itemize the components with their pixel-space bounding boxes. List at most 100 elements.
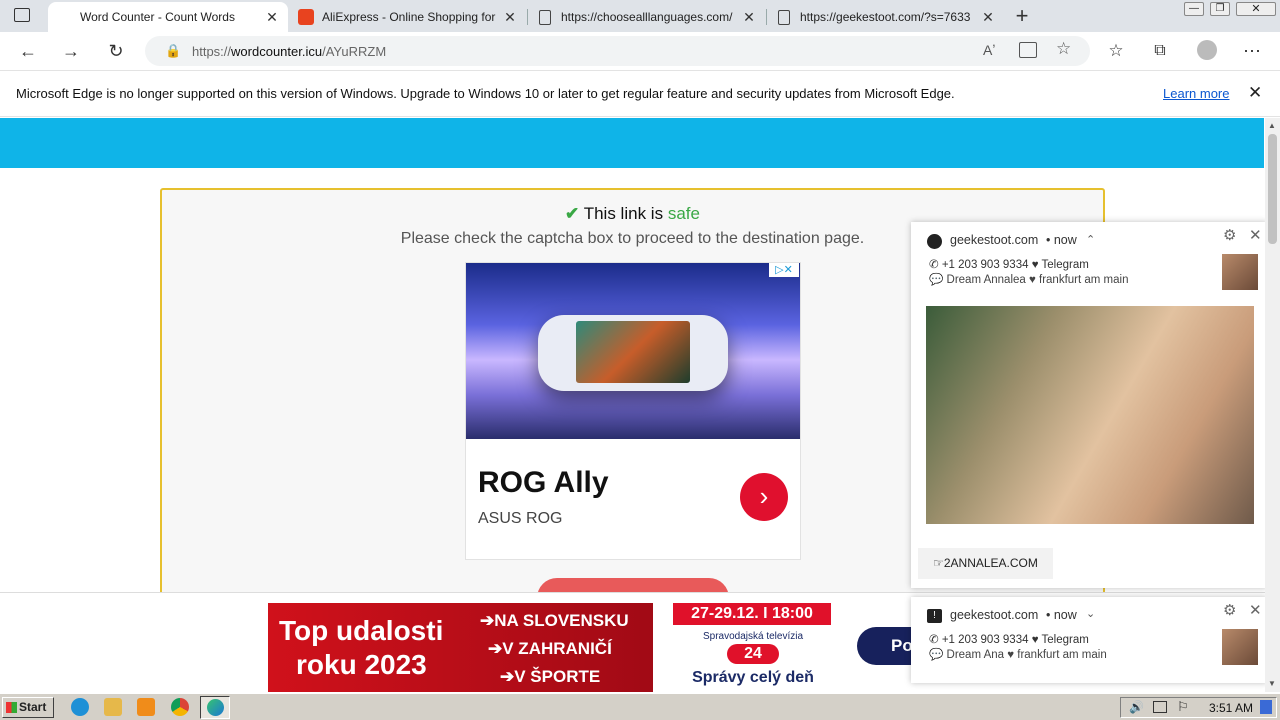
close-icon[interactable]: ✕ <box>1249 601 1262 619</box>
close-icon[interactable]: ✕ <box>980 9 996 26</box>
tab-geekestoot[interactable]: https://geekestoot.com/?s=7633 ✕ <box>768 2 1004 32</box>
internet-explorer-icon[interactable] <box>71 698 89 716</box>
windows-logo-icon <box>6 702 17 713</box>
scroll-thumb[interactable] <box>1268 134 1277 244</box>
display-ad[interactable]: ▷✕ ROG Ally ASUS ROG › <box>465 262 801 560</box>
info-bar: Microsoft Edge is no longer supported on… <box>0 70 1280 117</box>
ad-subtitle: ASUS ROG <box>478 510 563 527</box>
chevron-up-icon[interactable]: ⌃ <box>1086 233 1095 246</box>
network-icon[interactable] <box>1153 701 1167 713</box>
tv24-logo: 24 <box>727 644 779 664</box>
tab-aliexpress[interactable]: AliExpress - Online Shopping for ✕ <box>290 2 526 32</box>
banner-channel: Spravodajská televízia <box>702 631 804 642</box>
banner-schedule-panel[interactable]: 27-29.12. I 18:00 Spravodajská televízia… <box>653 603 853 692</box>
banner-red-panel[interactable]: Top udalosti roku 2023 ➔NA SLOVENSKU ➔V … <box>268 603 653 692</box>
page-icon <box>539 9 551 25</box>
flag-icon[interactable]: ⚐ <box>1177 699 1189 715</box>
close-icon[interactable]: ✕ <box>1249 226 1262 244</box>
notification-time: • now <box>1046 233 1077 247</box>
info-bar-message: Microsoft Edge is no longer supported on… <box>16 86 955 101</box>
push-notification[interactable]: geekestoot.com • now ⌃ ⚙ ✕ ✆ +1 203 903 … <box>911 222 1267 588</box>
chevron-down-icon[interactable]: ⌄ <box>1086 607 1095 620</box>
chevron-right-icon[interactable]: › <box>740 473 788 521</box>
notification-phone: ✆ +1 203 903 9334 ♥ Telegram <box>929 259 1089 271</box>
console-screen <box>576 321 690 383</box>
chrome-icon[interactable] <box>171 698 189 716</box>
address-bar: ← → ↻ 🔒 https://wordcounter.icu/AYuRRZM … <box>0 32 1280 70</box>
safe-word: safe <box>667 204 700 223</box>
site-header-bar <box>0 118 1264 168</box>
push-notification[interactable]: ! geekestoot.com • now ⌄ ⚙ ✕ ✆ +1 203 90… <box>911 597 1267 683</box>
learn-more-link[interactable]: Learn more <box>1163 86 1229 101</box>
tab-word-counter[interactable]: Word Counter - Count Words ✕ <box>48 2 288 32</box>
notification-action-button[interactable]: ☞2ANNALEA.COM <box>918 548 1053 579</box>
ad-title: ROG Ally <box>478 466 609 499</box>
tab-separator <box>527 9 528 25</box>
minimize-button[interactable]: — <box>1184 2 1204 16</box>
bell-icon <box>927 234 942 249</box>
banner-item: ➔NA SLOVENSKU <box>480 611 629 630</box>
profile-avatar[interactable] <box>1197 40 1217 60</box>
notification-detail: 💬 Dream Ana ♥ frankfurt am main <box>929 649 1107 661</box>
add-favorite-icon[interactable]: ☆ <box>1056 39 1071 59</box>
immersive-reader-icon[interactable] <box>1019 42 1037 58</box>
system-tray: 🔊 ⚐ 3:51 AM <box>1120 697 1277 718</box>
notification-detail: 💬 Dream Annalea ♥ frankfurt am main <box>929 274 1129 286</box>
url-field[interactable]: 🔒 https://wordcounter.icu/AYuRRZM Aʼ ☆ <box>145 36 1090 66</box>
close-icon[interactable]: ✕ <box>264 9 280 26</box>
tab-title: https://geekestoot.com/?s=7633 <box>800 10 971 24</box>
message-icon: ! <box>927 609 942 623</box>
page-icon <box>778 9 790 25</box>
ad-choices-icon[interactable]: ▷✕ <box>769 263 799 277</box>
gear-icon[interactable]: ⚙ <box>1223 601 1236 619</box>
more-icon[interactable]: ⋯ <box>1238 38 1266 64</box>
window-close-button[interactable]: ✕ <box>1236 2 1276 16</box>
lock-icon[interactable]: 🔒 <box>165 43 181 59</box>
tab-title: AliExpress - Online Shopping for <box>322 10 496 24</box>
banner-headline-2: roku 2023 <box>296 649 427 680</box>
safe-status: ✔ This link is safe <box>565 204 700 223</box>
favorites-icon[interactable]: ☆ <box>1102 38 1130 64</box>
scroll-down-arrow[interactable]: ▼ <box>1268 679 1276 688</box>
gear-icon[interactable]: ⚙ <box>1223 226 1236 244</box>
file-explorer-icon[interactable] <box>104 698 122 716</box>
windows-taskbar: Start 🔊 ⚐ 3:51 AM <box>0 693 1280 720</box>
tab-strip: Word Counter - Count Words ✕ AliExpress … <box>0 0 1280 32</box>
forward-icon[interactable]: → <box>57 38 85 64</box>
media-player-icon[interactable] <box>137 698 155 716</box>
close-icon[interactable]: ✕ <box>1248 83 1262 103</box>
taskbar-clock[interactable]: 3:51 AM <box>1209 701 1253 715</box>
scroll-up-arrow[interactable]: ▲ <box>1268 121 1276 130</box>
notification-site: geekestoot.com <box>950 233 1039 247</box>
aliexpress-favicon <box>298 9 314 25</box>
ad-image[interactable]: ▷✕ <box>466 263 800 439</box>
close-icon[interactable]: ✕ <box>502 9 518 26</box>
banner-date: 27-29.12. I 18:00 <box>673 603 831 625</box>
close-icon[interactable]: ✕ <box>741 9 757 26</box>
read-aloud-icon[interactable]: Aʼ <box>983 42 995 58</box>
page-scrollbar[interactable]: ▲ ▼ <box>1265 118 1280 692</box>
notification-thumbnail <box>1222 254 1258 290</box>
back-icon[interactable]: ← <box>14 38 42 64</box>
collections-icon[interactable]: ⧉ <box>1146 38 1174 64</box>
checkmark-icon: ✔ <box>565 204 580 223</box>
banner-headline-1: Top udalosti <box>279 615 444 646</box>
url-text: https://wordcounter.icu/AYuRRZM <box>192 44 387 59</box>
edge-taskbar-button[interactable] <box>200 696 230 719</box>
refresh-icon[interactable]: ↻ <box>102 38 130 64</box>
edge-icon <box>207 699 224 716</box>
notification-thumbnail <box>1222 629 1258 665</box>
show-desktop-icon[interactable] <box>1260 700 1272 714</box>
volume-icon[interactable]: 🔊 <box>1129 700 1144 714</box>
blank-favicon <box>56 9 72 25</box>
tab-actions-icon[interactable] <box>14 8 30 22</box>
restore-button[interactable]: ❐ <box>1210 2 1230 16</box>
tab-title: https://choosealllanguages.com/ <box>561 10 733 24</box>
banner-tagline: Správy celý deň <box>692 669 814 686</box>
notification-image[interactable] <box>926 306 1254 524</box>
tab-choosealllanguages[interactable]: https://choosealllanguages.com/ ✕ <box>529 2 765 32</box>
notification-time: • now <box>1046 608 1077 622</box>
banner-item: ➔V ŠPORTE <box>500 667 601 686</box>
new-tab-button[interactable]: + <box>1012 3 1032 29</box>
start-button[interactable]: Start <box>2 697 54 718</box>
